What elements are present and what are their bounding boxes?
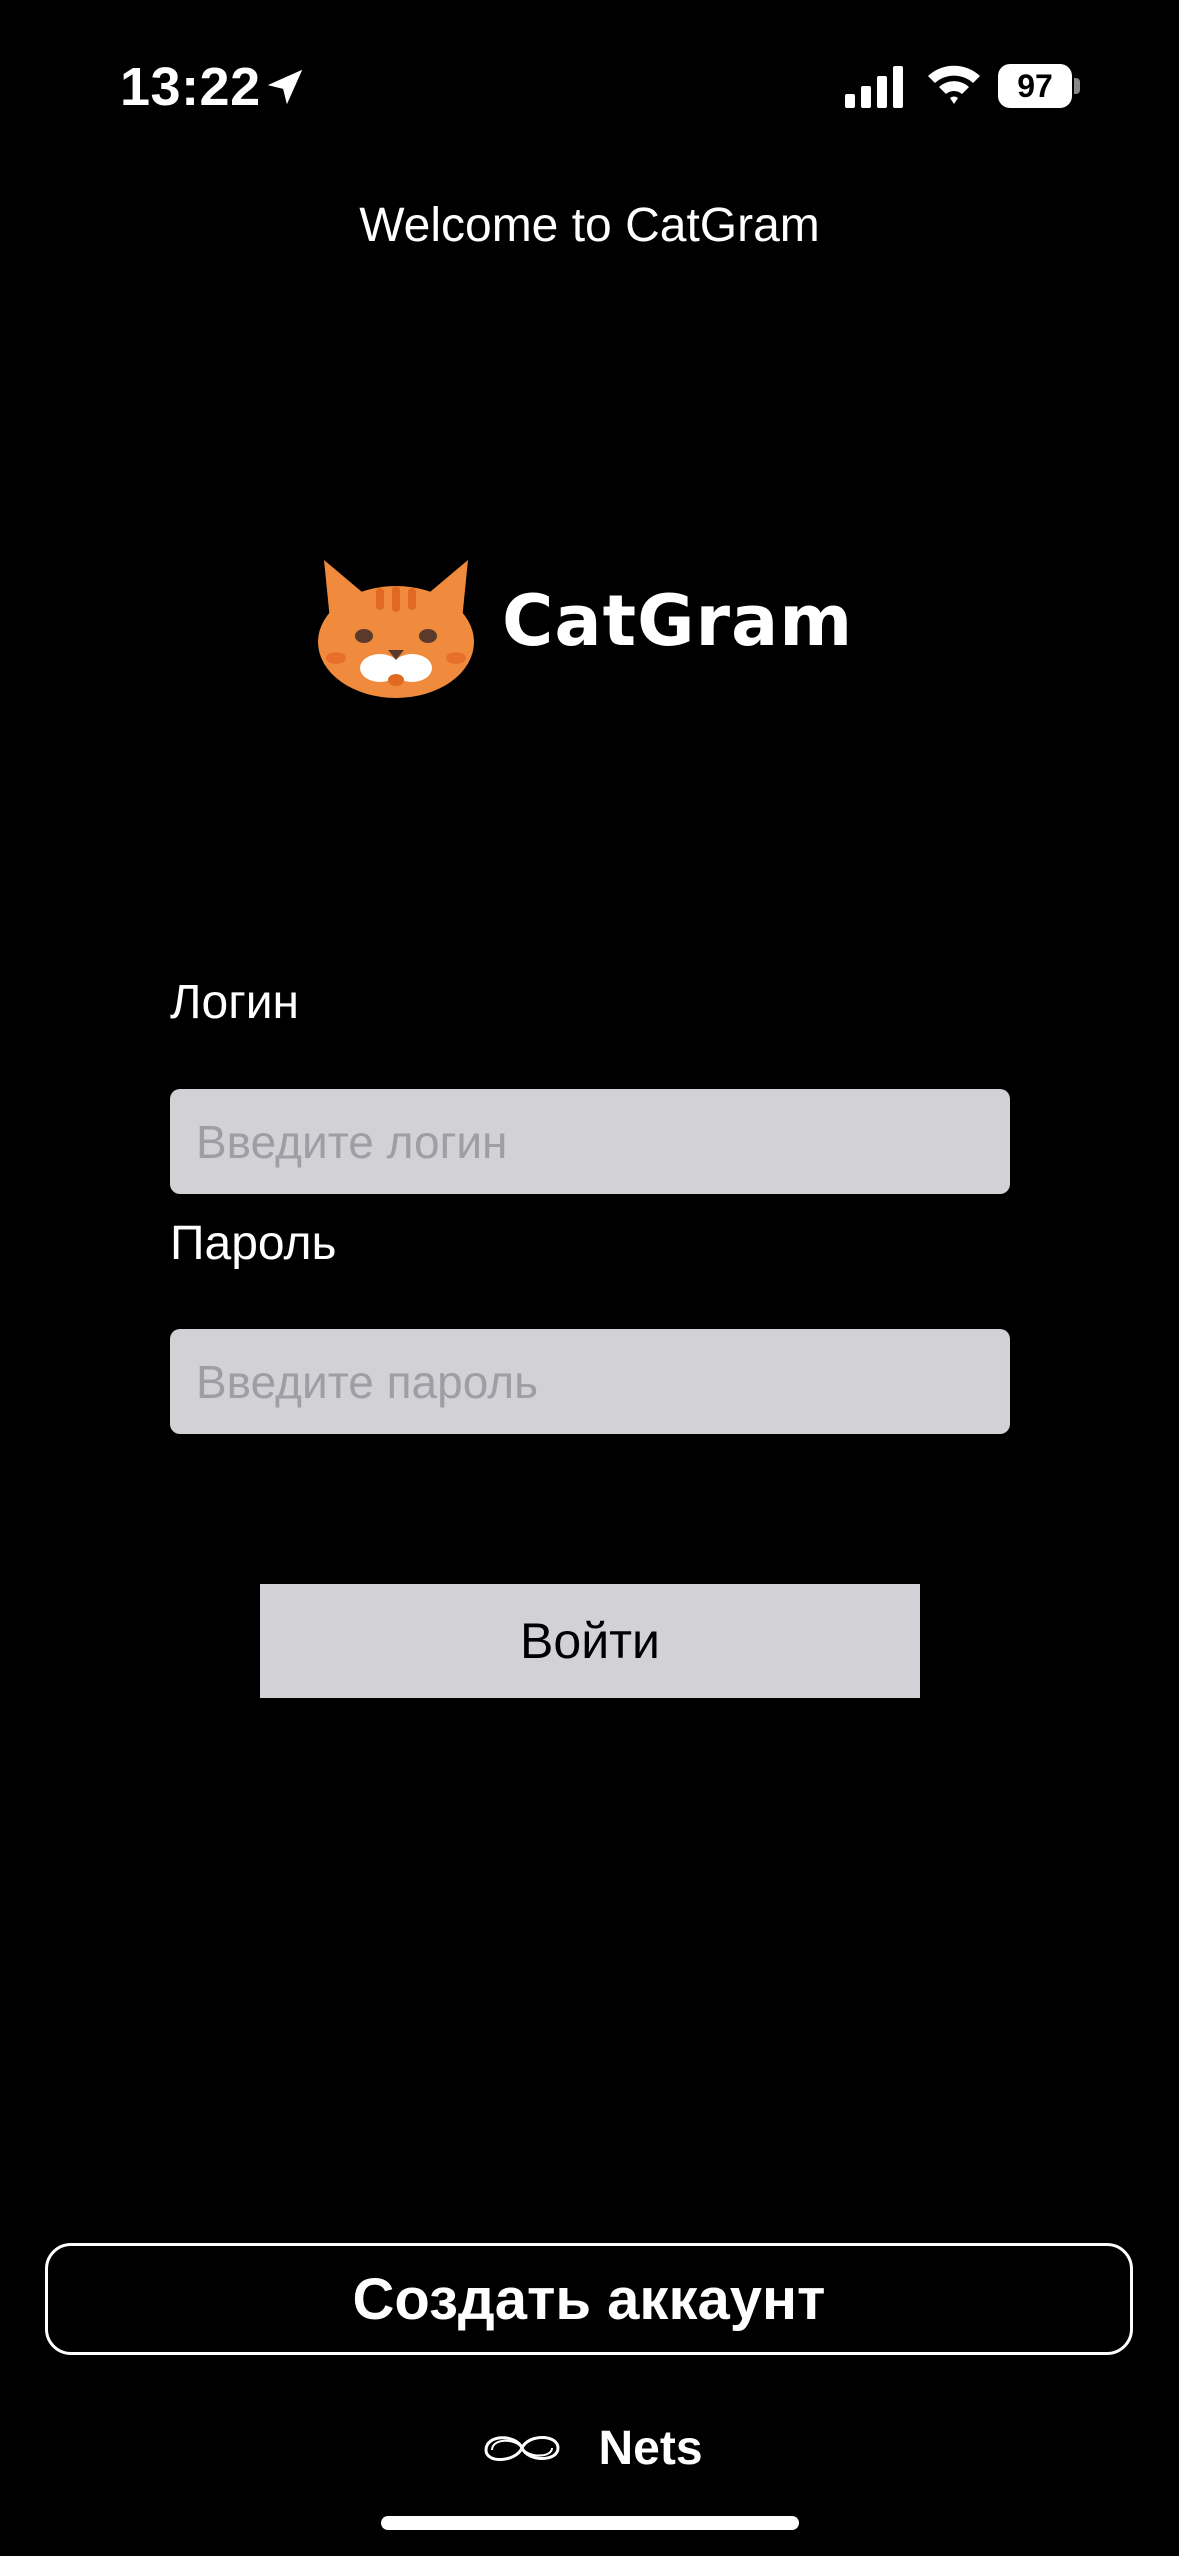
- create-account-button[interactable]: Создать аккаунт: [45, 2243, 1133, 2355]
- battery-icon: 97: [998, 64, 1080, 108]
- location-arrow-icon: [267, 69, 303, 105]
- logo-text: CatGram: [502, 580, 854, 662]
- nets-logo-icon: [484, 2436, 560, 2461]
- login-label: Логин: [170, 976, 300, 1029]
- login-input[interactable]: [170, 1089, 1010, 1194]
- footer-brand-text: Nets: [598, 2421, 703, 2475]
- home-indicator[interactable]: [381, 2516, 799, 2530]
- password-label: Пароль: [170, 1217, 337, 1270]
- page-title: Welcome to CatGram: [359, 199, 820, 252]
- login-button[interactable]: Войти: [260, 1584, 920, 1698]
- status-bar: 13:22 97: [0, 0, 1179, 170]
- wifi-icon: [928, 65, 980, 104]
- cat-face-icon: [318, 560, 474, 698]
- app-logo: CatGram: [316, 550, 876, 700]
- password-input[interactable]: [170, 1329, 1010, 1434]
- footer-brand: Nets: [0, 2408, 1179, 2488]
- status-time: 13:22: [120, 57, 261, 117]
- battery-level: 97: [998, 64, 1072, 108]
- cellular-signal-icon: [845, 66, 903, 108]
